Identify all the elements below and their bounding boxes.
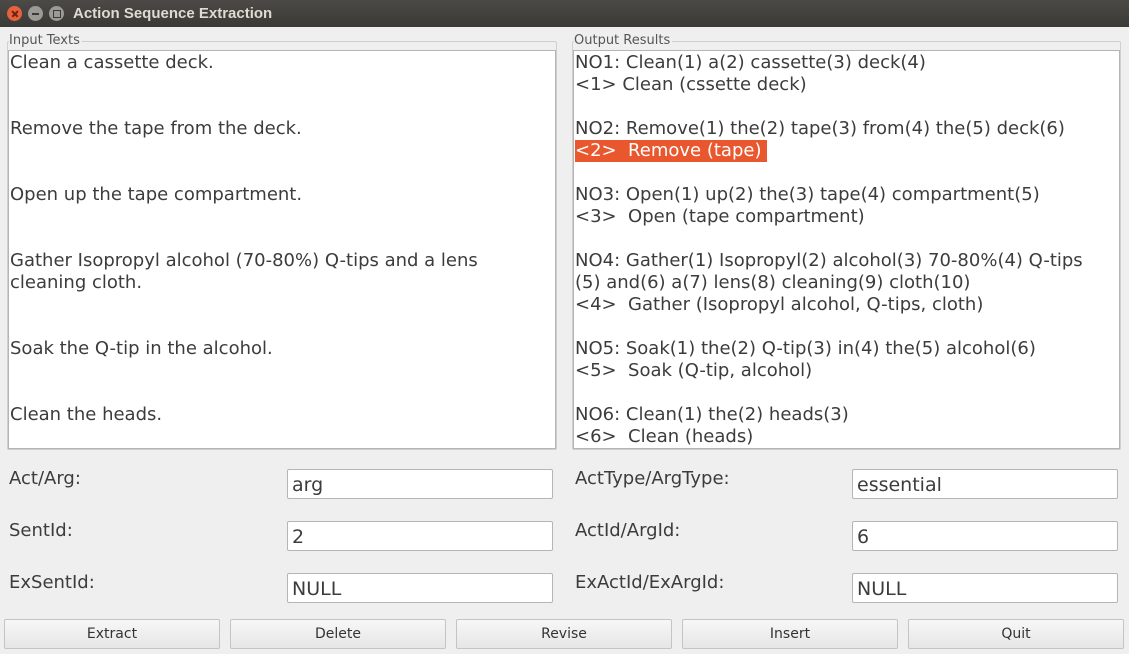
text-line: <4> Gather (Isopropyl alcohol, Q-tips, c… (575, 294, 984, 315)
extract-button[interactable]: Extract (4, 619, 220, 649)
text-line (575, 382, 1118, 404)
text-line (575, 316, 1118, 338)
text-line (10, 96, 554, 118)
act-arg-field[interactable]: arg (287, 469, 553, 499)
text-line (10, 316, 554, 338)
text-line (10, 228, 554, 250)
close-icon[interactable] (7, 6, 22, 21)
text-line: NO3: Open(1) up(2) the(3) tape(4) compar… (575, 184, 1040, 205)
text-line (575, 162, 1118, 184)
input-texts-group: Input Texts Clean a cassette deck. Remove… (7, 33, 557, 450)
text-line: <3> Open (tape compartment) (575, 206, 865, 227)
act-id-field[interactable]: 6 (852, 521, 1118, 551)
text-line (10, 206, 554, 228)
ex-act-id-field[interactable]: NULL (852, 573, 1118, 603)
text-line: <6> Clean (heads) (575, 426, 754, 447)
text-line (10, 360, 554, 382)
text-line (10, 382, 554, 404)
maximize-icon[interactable] (49, 6, 64, 21)
text-line (10, 162, 554, 184)
ex-sent-id-field[interactable]: NULL (287, 573, 553, 603)
revise-button[interactable]: Revise (456, 619, 672, 649)
sent-id-label: SentId: (9, 520, 73, 541)
title-bar: Action Sequence Extraction (0, 0, 1129, 27)
output-results-label: Output Results (574, 33, 673, 49)
text-line (10, 74, 554, 96)
text-line (10, 294, 554, 316)
output-results-area[interactable]: NO1: Clean(1) a(2) cassette(3) deck(4) <1… (573, 50, 1120, 449)
act-id-label: ActId/ArgId: (575, 520, 681, 541)
text-line: cleaning cloth. (10, 272, 143, 293)
text-line: Clean the heads. (10, 404, 163, 425)
window-title: Action Sequence Extraction (73, 5, 273, 22)
input-texts-area[interactable]: Clean a cassette deck. Remove the tape fr… (8, 50, 556, 449)
text-line: NO1: Clean(1) a(2) cassette(3) deck(4) (575, 52, 926, 73)
text-line (10, 140, 554, 162)
delete-button[interactable]: Delete (230, 619, 446, 649)
text-line-row: <2> Remove (tape) (575, 140, 1118, 162)
text-line: (5) and(6) a(7) lens(8) cleaning(9) clot… (575, 272, 971, 293)
text-line: Clean a cassette deck. (10, 52, 214, 73)
act-arg-label: Act/Arg: (9, 468, 81, 489)
text-line: NO6: Clean(1) the(2) heads(3) (575, 404, 849, 425)
input-texts-label: Input Texts (9, 33, 82, 49)
minimize-icon[interactable] (28, 6, 43, 21)
quit-button[interactable]: Quit (908, 619, 1124, 649)
act-type-field[interactable]: essential (852, 469, 1118, 499)
text-line: <1> Clean (cssette deck) (575, 74, 807, 95)
sent-id-field[interactable]: 2 (287, 521, 553, 551)
ex-sent-id-label: ExSentId: (9, 572, 95, 593)
output-results-group: Output Results NO1: Clean(1) a(2) casset… (572, 33, 1121, 450)
text-line (575, 96, 1118, 118)
text-line: NO5: Soak(1) the(2) Q-tip(3) in(4) the(5… (575, 338, 1036, 359)
text-line: Gather Isopropyl alcohol (70-80%) Q-tips… (10, 250, 478, 271)
text-line: <5> Soak (Q-tip, alcohol) (575, 360, 813, 381)
act-type-label: ActType/ArgType: (575, 468, 730, 489)
selected-text-line[interactable]: <2> Remove (tape) (575, 140, 768, 162)
text-line: NO4: Gather(1) Isopropyl(2) alcohol(3) 7… (575, 250, 1083, 271)
ex-act-id-label: ExActId/ExArgId: (575, 572, 725, 593)
text-line: Open up the tape compartment. (10, 184, 303, 205)
text-line: NO2: Remove(1) the(2) tape(3) from(4) th… (575, 118, 1065, 139)
text-line: Remove the tape from the deck. (10, 118, 302, 139)
insert-button[interactable]: Insert (682, 619, 898, 649)
text-line: Soak the Q-tip in the alcohol. (10, 338, 273, 359)
text-line (575, 228, 1118, 250)
